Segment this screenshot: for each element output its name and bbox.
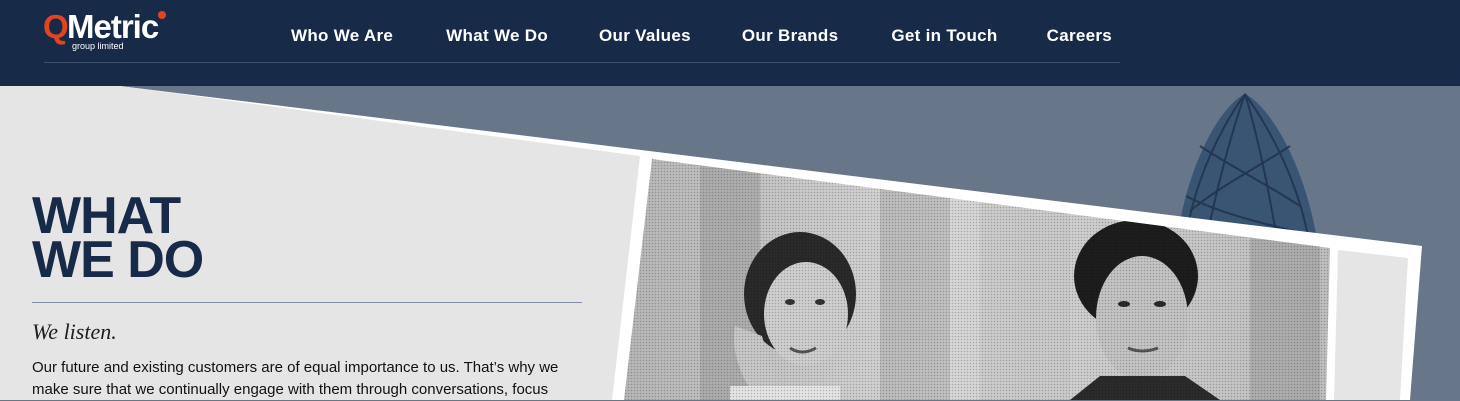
nav-our-brands[interactable]: Our Brands <box>742 22 839 52</box>
site-header: Q Metric group limited Who We Are What W… <box>0 0 1460 86</box>
logo-tagline: group limited <box>72 41 124 51</box>
title-line-2: WE DO <box>32 231 204 289</box>
logo-q-letter: Q <box>43 8 69 45</box>
intro-paragraph: Our future and existing customers are of… <box>32 359 559 398</box>
section-subhead: We listen. <box>32 319 117 344</box>
qmetric-logo[interactable]: Q Metric group limited <box>43 10 193 56</box>
hero-section: WHAT WE DO We listen. Our future and exi… <box>0 86 1460 400</box>
nav-careers[interactable]: Careers <box>1047 22 1112 52</box>
main-navigation: Who We Are What We Do Our Values Our Bra… <box>266 22 1112 52</box>
title-divider <box>32 302 582 303</box>
nav-get-in-touch[interactable]: Get in Touch <box>891 22 997 52</box>
page-title: WHAT WE DO <box>32 190 332 289</box>
nav-our-values[interactable]: Our Values <box>599 22 691 52</box>
logo-wordmark: Metric <box>67 8 159 45</box>
nav-divider <box>44 62 1120 63</box>
logo-dot-icon <box>158 11 166 19</box>
nav-who-we-are[interactable]: Who We Are <box>291 22 393 52</box>
nav-what-we-do[interactable]: What We Do <box>446 22 548 52</box>
